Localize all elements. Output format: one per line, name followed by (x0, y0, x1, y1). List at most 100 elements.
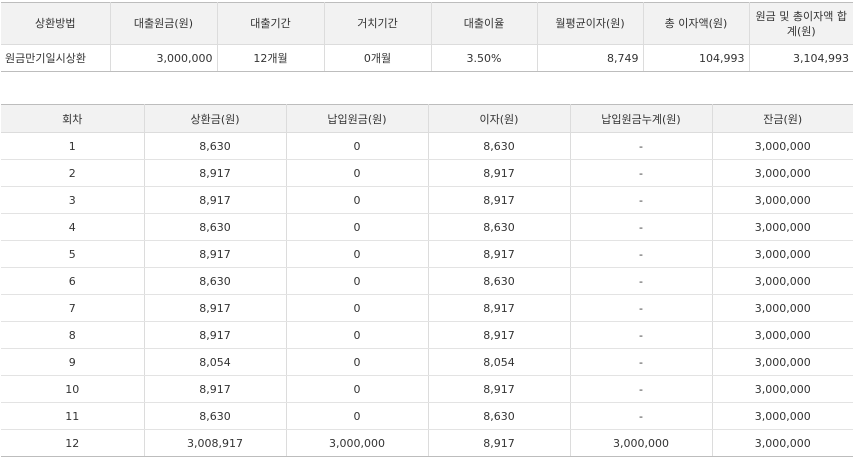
cell-round: 3 (1, 186, 144, 214)
table-row: 11 8,630 0 8,630-3,000,000 (1, 402, 853, 430)
cell-principal-paid: 0 (285, 402, 428, 430)
cell-payment: 8,917 (143, 186, 286, 214)
table-row: 10 8,917 0 8,917-3,000,000 (1, 375, 853, 403)
schedule-body: 1 8,630 0 8,630-3,000,000 2 8,917 0 8,917-3,000… (1, 132, 853, 457)
cell-balance: 3,000,000 (711, 429, 853, 457)
cell-round: 4 (1, 213, 144, 241)
summary-method: 원금만기일시상환 (1, 44, 110, 72)
cell-interest: 8,630 (427, 132, 570, 160)
table-row: 4 8,630 0 8,630-3,000,000 (1, 213, 853, 241)
table-row: 5 8,917 0 8,917-3,000,000 (1, 240, 853, 268)
table-row: 8 8,917 0 8,917-3,000,000 (1, 321, 853, 349)
cell-payment: 8,630 (143, 132, 286, 160)
cell-round: 2 (1, 159, 144, 187)
summary-header-row: 상환방법 대출원금(원) 대출기간 거치기간 대출이율 월평균이자(원) 총 이… (1, 2, 853, 45)
cell-payment: 8,630 (143, 267, 286, 295)
summary-header-grace: 거치기간 (323, 2, 431, 45)
cell-balance: 3,000,000 (711, 375, 853, 403)
cell-round: 12 (1, 429, 144, 457)
cell-round: 6 (1, 267, 144, 295)
table-row: 9 8,054 0 8,054-3,000,000 (1, 348, 853, 376)
cell-balance: 3,000,000 (711, 267, 853, 295)
cell-balance: 3,000,000 (711, 294, 853, 322)
table-row: 2 8,917 0 8,917-3,000,000 (1, 159, 853, 187)
cell-principal-paid: 0 (285, 240, 428, 268)
summary-header-total-interest: 총 이자액(원) (642, 2, 749, 45)
cell-interest: 8,054 (427, 348, 570, 376)
cell-principal-cumulative: - (569, 348, 712, 376)
cell-principal-paid: 0 (285, 321, 428, 349)
summary-header-rate: 대출이율 (430, 2, 537, 45)
summary-principal: 3,000,000 (109, 44, 217, 72)
cell-balance: 3,000,000 (711, 213, 853, 241)
cell-interest: 8,917 (427, 240, 570, 268)
summary-row: 원금만기일시상환 3,000,000 12개월 0개월 3.50% 8,749 … (1, 44, 853, 72)
cell-interest: 8,917 (427, 375, 570, 403)
summary-period: 12개월 (216, 44, 324, 72)
table-row: 3 8,917 0 8,917-3,000,000 (1, 186, 853, 214)
schedule-header-balance: 잔금(원) (711, 104, 853, 133)
summary-total-interest: 104,993 (642, 44, 749, 72)
cell-payment: 8,054 (143, 348, 286, 376)
cell-principal-cumulative: - (569, 402, 712, 430)
cell-interest: 8,630 (427, 267, 570, 295)
cell-principal-paid: 0 (285, 132, 428, 160)
cell-round: 8 (1, 321, 144, 349)
cell-round: 9 (1, 348, 144, 376)
cell-balance: 3,000,000 (711, 240, 853, 268)
cell-principal-cumulative: - (569, 294, 712, 322)
cell-round: 5 (1, 240, 144, 268)
cell-principal-paid: 0 (285, 348, 428, 376)
cell-balance: 3,000,000 (711, 402, 853, 430)
table-row: 7 8,917 0 8,917-3,000,000 (1, 294, 853, 322)
cell-interest: 8,917 (427, 159, 570, 187)
cell-payment: 8,917 (143, 321, 286, 349)
cell-principal-paid: 3,000,000 (285, 429, 428, 457)
cell-principal-cumulative: - (569, 240, 712, 268)
summary-grace: 0개월 (323, 44, 431, 72)
cell-interest: 8,630 (427, 402, 570, 430)
summary-monthly-interest: 8,749 (536, 44, 643, 72)
cell-balance: 3,000,000 (711, 348, 853, 376)
schedule-header-principal-cumulative: 납입원금누계(원) (569, 104, 712, 133)
cell-interest: 8,917 (427, 186, 570, 214)
cell-round: 7 (1, 294, 144, 322)
table-row: 12 3,008,917 3,000,000 8,917 3,000,000 3,000,… (1, 429, 853, 457)
schedule-header-round: 회차 (1, 104, 144, 133)
cell-principal-cumulative: - (569, 132, 712, 160)
schedule-header-interest: 이자(원) (427, 104, 570, 133)
cell-principal-cumulative: - (569, 159, 712, 187)
cell-principal-cumulative: - (569, 321, 712, 349)
schedule-header-row: 회차 상환금(원) 납입원금(원) 이자(원) 납입원금누계(원) 잔금(원) (1, 104, 853, 133)
cell-principal-paid: 0 (285, 267, 428, 295)
cell-balance: 3,000,000 (711, 132, 853, 160)
table-row: 1 8,630 0 8,630-3,000,000 (1, 132, 853, 160)
cell-round: 11 (1, 402, 144, 430)
cell-payment: 8,630 (143, 402, 286, 430)
cell-round: 10 (1, 375, 144, 403)
cell-principal-paid: 0 (285, 294, 428, 322)
cell-interest: 8,917 (427, 321, 570, 349)
cell-principal-paid: 0 (285, 159, 428, 187)
cell-payment: 8,917 (143, 240, 286, 268)
cell-interest: 8,630 (427, 213, 570, 241)
cell-principal-cumulative: 3,000,000 (569, 429, 712, 457)
summary-rate: 3.50% (430, 44, 537, 72)
cell-payment: 3,008,917 (143, 429, 286, 457)
summary-header-period: 대출기간 (216, 2, 324, 45)
summary-header-total-sum: 원금 및 총이자액 합계(원) (748, 2, 853, 45)
loan-summary-table: 상환방법 대출원금(원) 대출기간 거치기간 대출이율 월평균이자(원) 총 이… (1, 2, 853, 72)
schedule-header-principal-paid: 납입원금(원) (285, 104, 428, 133)
cell-principal-cumulative: - (569, 213, 712, 241)
cell-payment: 8,917 (143, 294, 286, 322)
cell-principal-cumulative: - (569, 375, 712, 403)
cell-interest: 8,917 (427, 294, 570, 322)
cell-principal-cumulative: - (569, 267, 712, 295)
cell-principal-paid: 0 (285, 213, 428, 241)
summary-header-method: 상환방법 (1, 2, 110, 45)
table-row: 6 8,630 0 8,630-3,000,000 (1, 267, 853, 295)
cell-balance: 3,000,000 (711, 159, 853, 187)
summary-header-monthly-interest: 월평균이자(원) (536, 2, 643, 45)
schedule-header-payment: 상환금(원) (143, 104, 286, 133)
cell-balance: 3,000,000 (711, 321, 853, 349)
